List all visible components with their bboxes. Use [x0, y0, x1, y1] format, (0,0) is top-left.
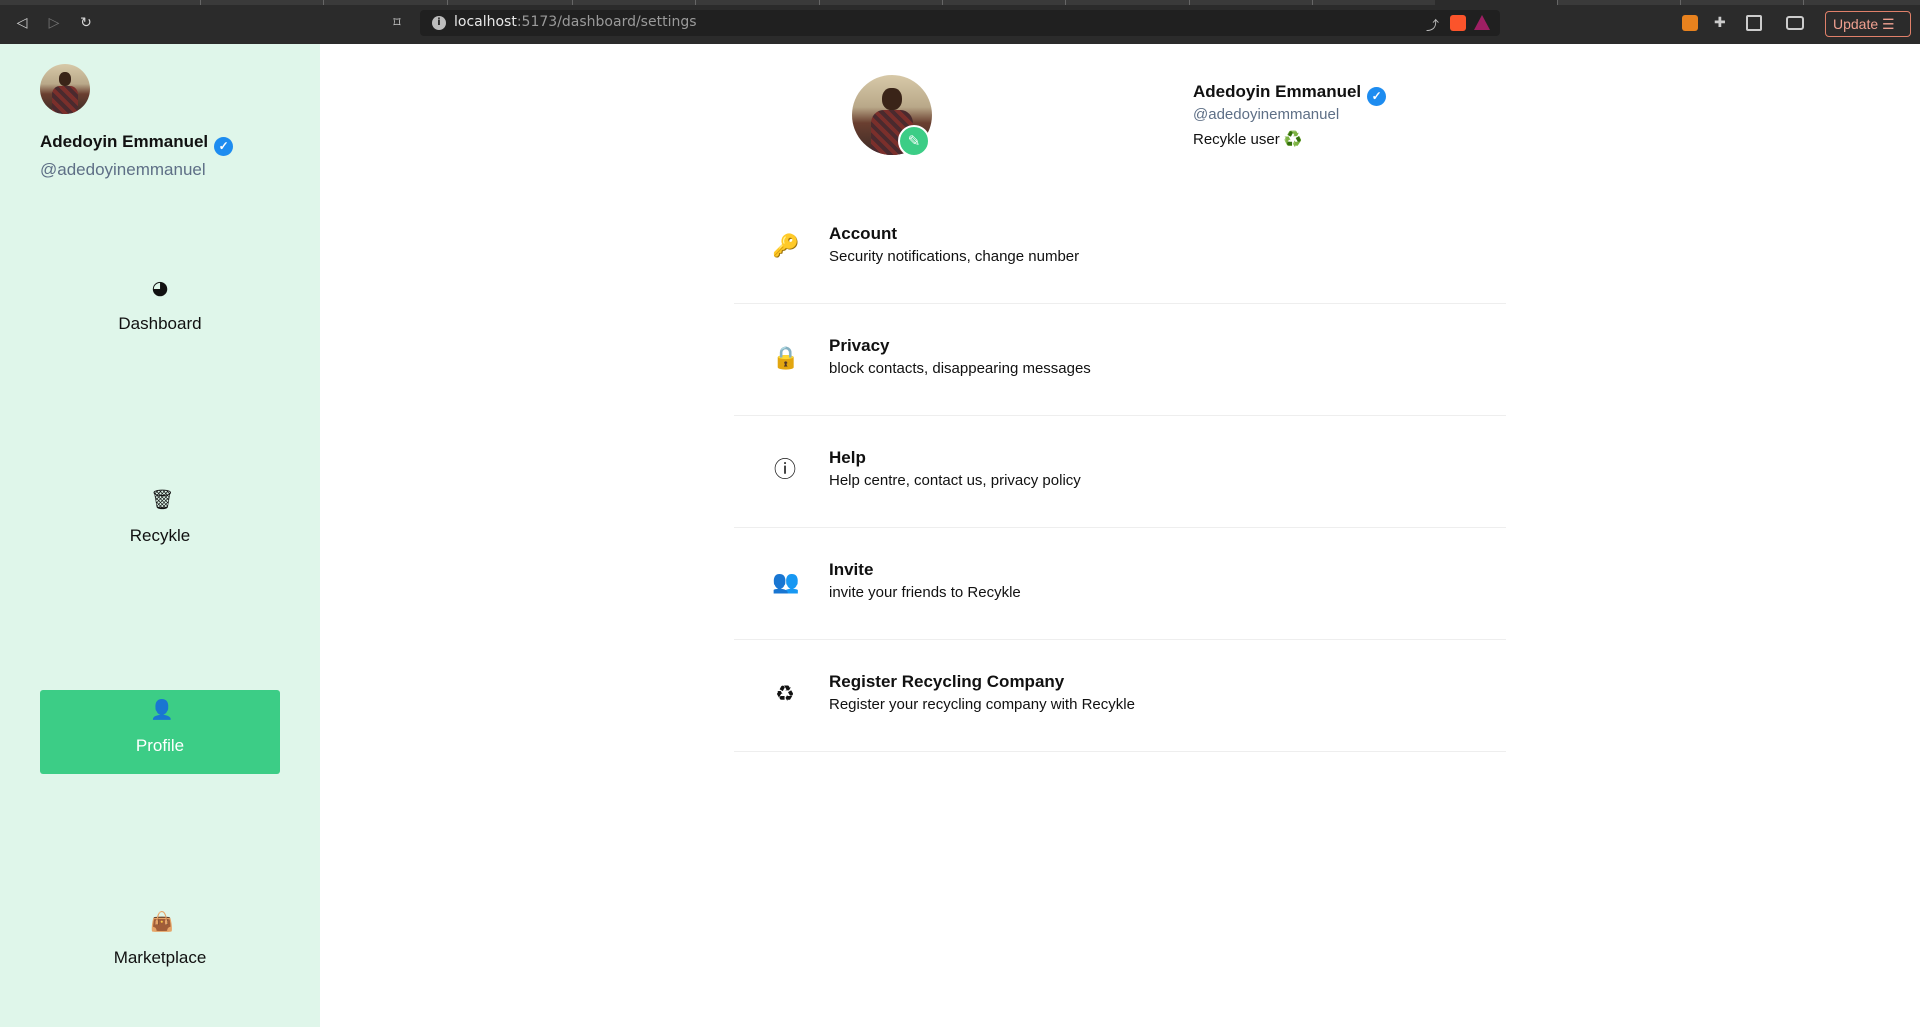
settings-item-title: Account [829, 224, 897, 243]
settings-item-invite[interactable]: 👥 Invite invite your friends to Recykle [734, 528, 1506, 640]
active-tab[interactable] [1435, 0, 1557, 5]
sidebar-item-label: Marketplace [113, 948, 207, 967]
tab-strip [0, 0, 1920, 5]
settings-item-register-company[interactable]: ♻ Register Recycling Company Register yo… [734, 640, 1506, 752]
edit-avatar-icon[interactable]: ✎ [898, 125, 930, 157]
menu-icon: ☰ [1882, 16, 1895, 32]
settings-item-help[interactable]: ⓘ Help Help centre, contact us, privacy … [734, 416, 1506, 528]
settings-item-subtitle: Register your recycling company with Rec… [829, 696, 1135, 713]
bookmark-icon[interactable]: ⌑ [388, 14, 406, 32]
sidebar-item-dashboard[interactable]: ◕ Dashboard [40, 268, 280, 352]
sidebar-item-marketplace[interactable]: 👜 Marketplace [40, 902, 280, 986]
profile-handle: @adedoyinemmanuel [1193, 106, 1340, 123]
verified-badge-icon: ✓ [1367, 87, 1387, 106]
lock-icon: 🔒 [772, 346, 800, 371]
dashboard-gauge-icon: ◕ [151, 277, 169, 299]
extensions-puzzle-icon[interactable]: ✚ [1714, 15, 1730, 31]
url-path: :5173/dashboard/settings [516, 14, 697, 30]
back-icon[interactable]: ◁ [13, 14, 31, 32]
user-name-text: Adedoyin Emmanuel [40, 132, 209, 151]
settings-item-title: Invite [829, 560, 874, 579]
settings-item-subtitle: block contacts, disappearing messages [829, 360, 1091, 377]
sidebar-toggle-icon[interactable] [1746, 15, 1762, 31]
profile-name-text: Adedoyin Emmanuel [1193, 82, 1362, 101]
sidebar: Adedoyin Emmanuel ✓ @adedoyinemmanuel ◕ D… [0, 44, 320, 1027]
browser-toolbar: ◁ ▷ ↻ ⌑ i localhost:5173/dashboard/setti… [0, 0, 1920, 44]
sidebar-item-label: Recykle [129, 526, 191, 545]
url-host: localhost [454, 14, 517, 30]
update-button[interactable]: Update ☰ [1825, 11, 1911, 37]
recycle-emoji-icon: ♻️ [1283, 131, 1303, 148]
settings-item-subtitle: Security notifications, change number [829, 248, 1080, 265]
settings-list: 🔑 Account Security notifications, change… [734, 192, 1506, 752]
settings-item-title: Register Recycling Company [829, 672, 1065, 691]
settings-item-account[interactable]: 🔑 Account Security notifications, change… [734, 192, 1506, 304]
settings-item-privacy[interactable]: 🔒 Privacy block contacts, disappearing m… [734, 304, 1506, 416]
wallet-icon[interactable] [1786, 16, 1804, 30]
trash-icon: 🗑 [150, 489, 175, 511]
sidebar-item-label: Profile [135, 736, 185, 755]
brave-shields-icon[interactable] [1450, 15, 1466, 31]
profile-bio: Recykle user ♻️ [1193, 130, 1303, 148]
settings-item-subtitle: invite your friends to Recykle [829, 584, 1021, 601]
metamask-icon[interactable] [1682, 15, 1698, 31]
share-icon[interactable]: ⤴ [1426, 15, 1442, 34]
settings-page: ✎ Adedoyin Emmanuel ✓ @adedoyinemmanuel R… [320, 44, 1920, 1027]
user-icon: 👤 [150, 699, 174, 721]
verified-badge-icon: ✓ [214, 137, 234, 156]
sidebar-user-handle: @adedoyinemmanuel [40, 160, 206, 179]
brave-rewards-icon[interactable] [1474, 15, 1490, 30]
sidebar-item-profile[interactable]: 👤 Profile [40, 690, 280, 774]
sidebar-item-recykle[interactable]: 🗑 Recykle [40, 480, 280, 564]
settings-item-title: Help [829, 448, 866, 467]
sidebar-user-name: Adedoyin Emmanuel ✓ [40, 132, 234, 156]
settings-item-title: Privacy [829, 336, 890, 355]
shopping-bag-icon: 👜 [150, 911, 174, 933]
avatar[interactable] [40, 64, 90, 114]
url-text[interactable]: localhost:5173/dashboard/settings [454, 14, 697, 30]
update-label: Update [1833, 16, 1879, 32]
profile-bio-text: Recykle user [1193, 131, 1280, 148]
address-bar[interactable]: i localhost:5173/dashboard/settings ⤴ [420, 10, 1500, 36]
settings-item-subtitle: Help centre, contact us, privacy policy [829, 472, 1081, 489]
sidebar-item-label: Dashboard [118, 314, 202, 333]
help-circle-icon: ⓘ [773, 458, 796, 483]
site-info-icon[interactable]: i [432, 16, 446, 30]
recycle-icon: ♻ [775, 682, 795, 707]
forward-icon[interactable]: ▷ [45, 14, 63, 32]
users-icon: 👥 [772, 570, 800, 595]
profile-name: Adedoyin Emmanuel ✓ [1193, 82, 1387, 106]
key-icon: 🔑 [772, 234, 800, 259]
reload-icon[interactable]: ↻ [77, 14, 95, 32]
